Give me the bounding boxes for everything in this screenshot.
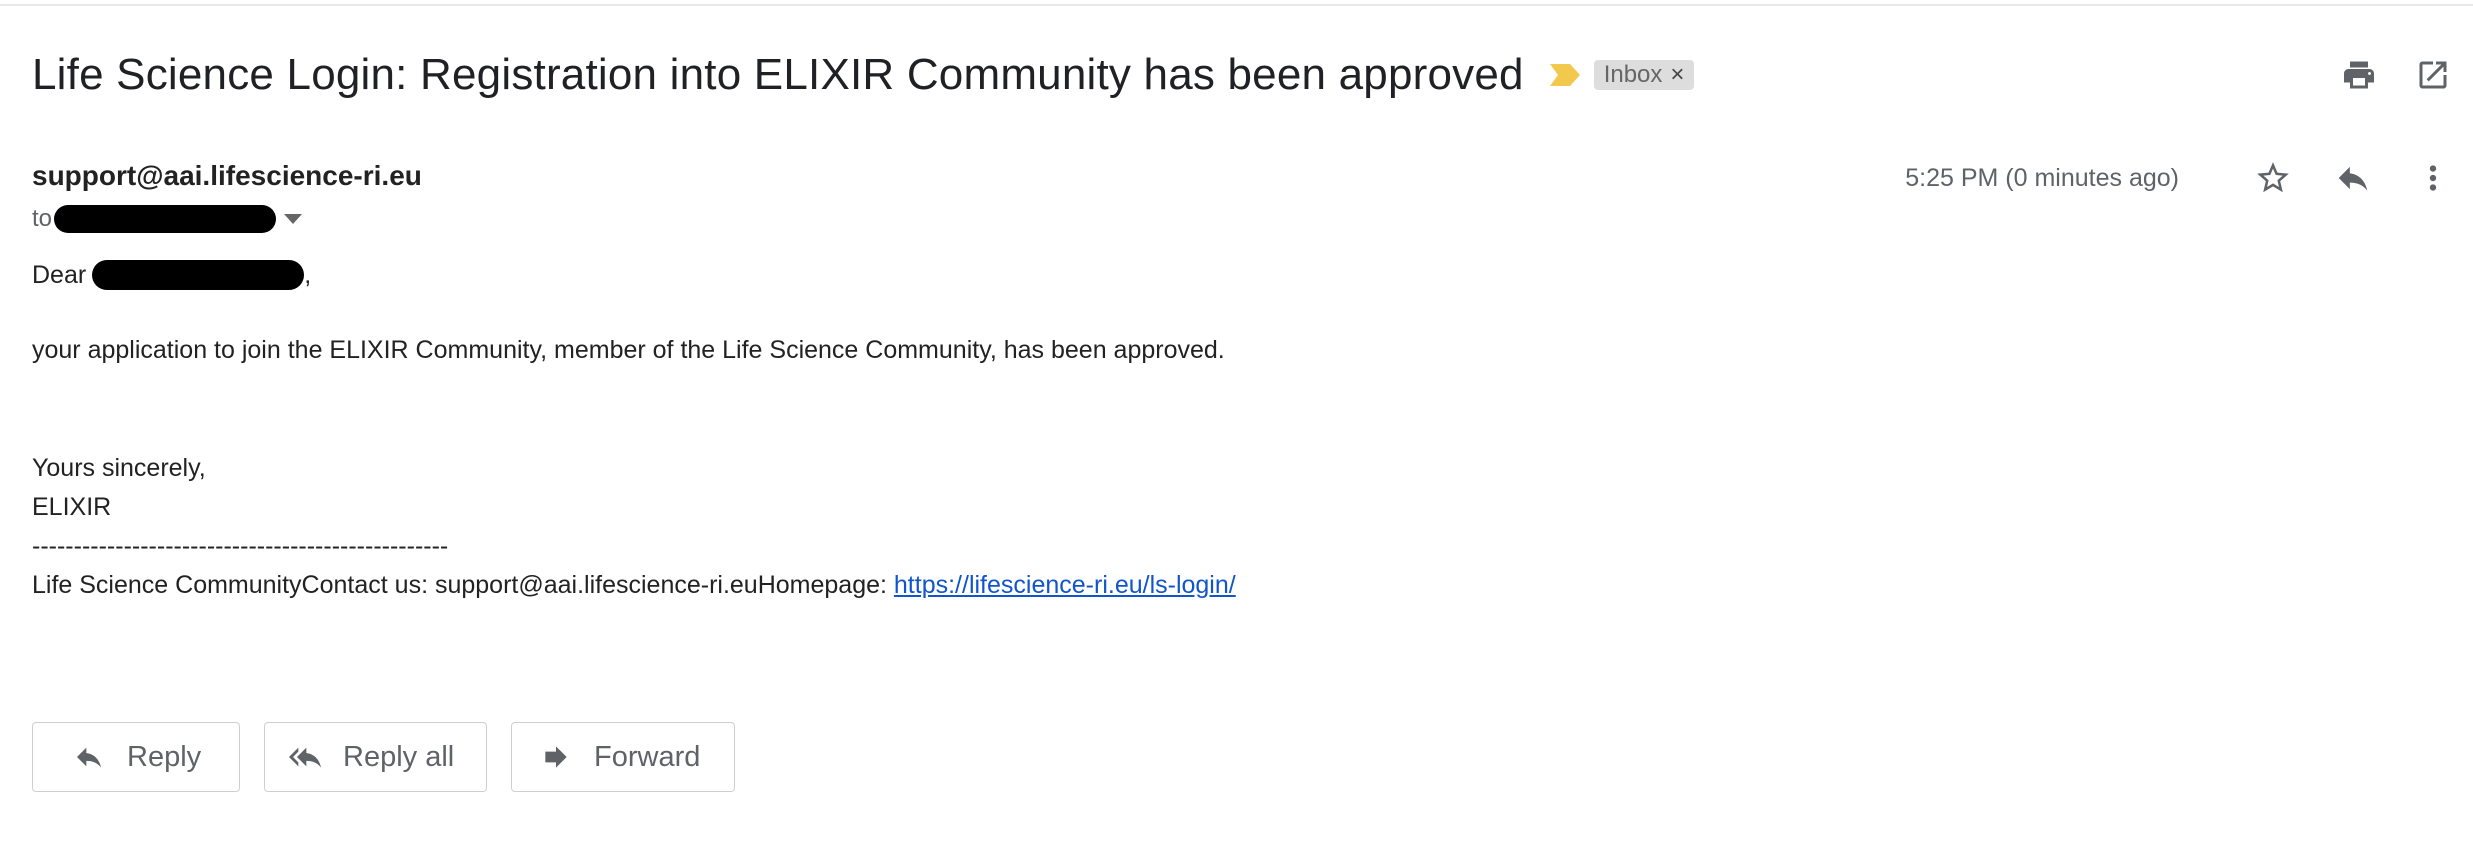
reply-icon[interactable] bbox=[2333, 158, 2373, 198]
top-divider bbox=[0, 4, 2473, 6]
greeting: Dear , bbox=[32, 258, 311, 292]
label-text: Inbox bbox=[1603, 61, 1663, 88]
footer-text: Life Science CommunityContact us: suppor… bbox=[32, 571, 894, 599]
sender-email[interactable]: support@aai.lifescience-ri.eu bbox=[32, 160, 422, 192]
star-icon[interactable] bbox=[2253, 158, 2293, 198]
reply-all-label: Reply all bbox=[343, 740, 455, 773]
closing-line: Yours sincerely, bbox=[32, 454, 206, 482]
greeting-suffix: , bbox=[304, 260, 312, 289]
recipient-details-dropdown-icon[interactable] bbox=[284, 214, 303, 224]
importance-marker-icon[interactable] bbox=[1548, 60, 1582, 90]
timestamp: 5:25 PM (0 minutes ago) bbox=[1905, 163, 2179, 192]
subject-row: Life Science Login: Registration into EL… bbox=[32, 44, 2453, 106]
reply-label: Reply bbox=[127, 740, 202, 773]
signature-divider: ----------------------------------------… bbox=[32, 532, 449, 560]
reply-icon bbox=[69, 742, 109, 772]
signature-line: ELIXIR bbox=[32, 493, 112, 521]
body-line-1: your application to join the ELIXIR Comm… bbox=[32, 336, 1225, 364]
recipient-row: to bbox=[32, 204, 303, 234]
forward-label: Forward bbox=[594, 740, 701, 773]
redacted-recipient bbox=[54, 205, 277, 233]
top-actions bbox=[2339, 44, 2453, 106]
email-subject: Life Science Login: Registration into EL… bbox=[32, 50, 1524, 99]
footer-line: Life Science CommunityContact us: suppor… bbox=[32, 571, 1236, 600]
reply-all-button[interactable]: Reply all bbox=[264, 722, 487, 792]
more-vertical-icon[interactable] bbox=[2413, 158, 2453, 198]
reply-all-icon bbox=[285, 742, 325, 772]
open-in-new-window-icon[interactable] bbox=[2413, 55, 2453, 95]
remove-label-icon[interactable]: × bbox=[1670, 63, 1684, 87]
print-icon[interactable] bbox=[2339, 55, 2379, 95]
forward-button[interactable]: Forward bbox=[511, 722, 735, 792]
forward-icon bbox=[536, 742, 576, 772]
homepage-link[interactable]: https://lifescience-ri.eu/ls-login/ bbox=[894, 571, 1236, 599]
to-label: to bbox=[32, 205, 53, 232]
message-meta: 5:25 PM (0 minutes ago) bbox=[1905, 152, 2453, 204]
greeting-prefix: Dear bbox=[32, 260, 87, 289]
redacted-name bbox=[92, 260, 305, 290]
reply-button[interactable]: Reply bbox=[32, 722, 240, 792]
inbox-label-chip: Inbox × bbox=[1593, 60, 1695, 90]
